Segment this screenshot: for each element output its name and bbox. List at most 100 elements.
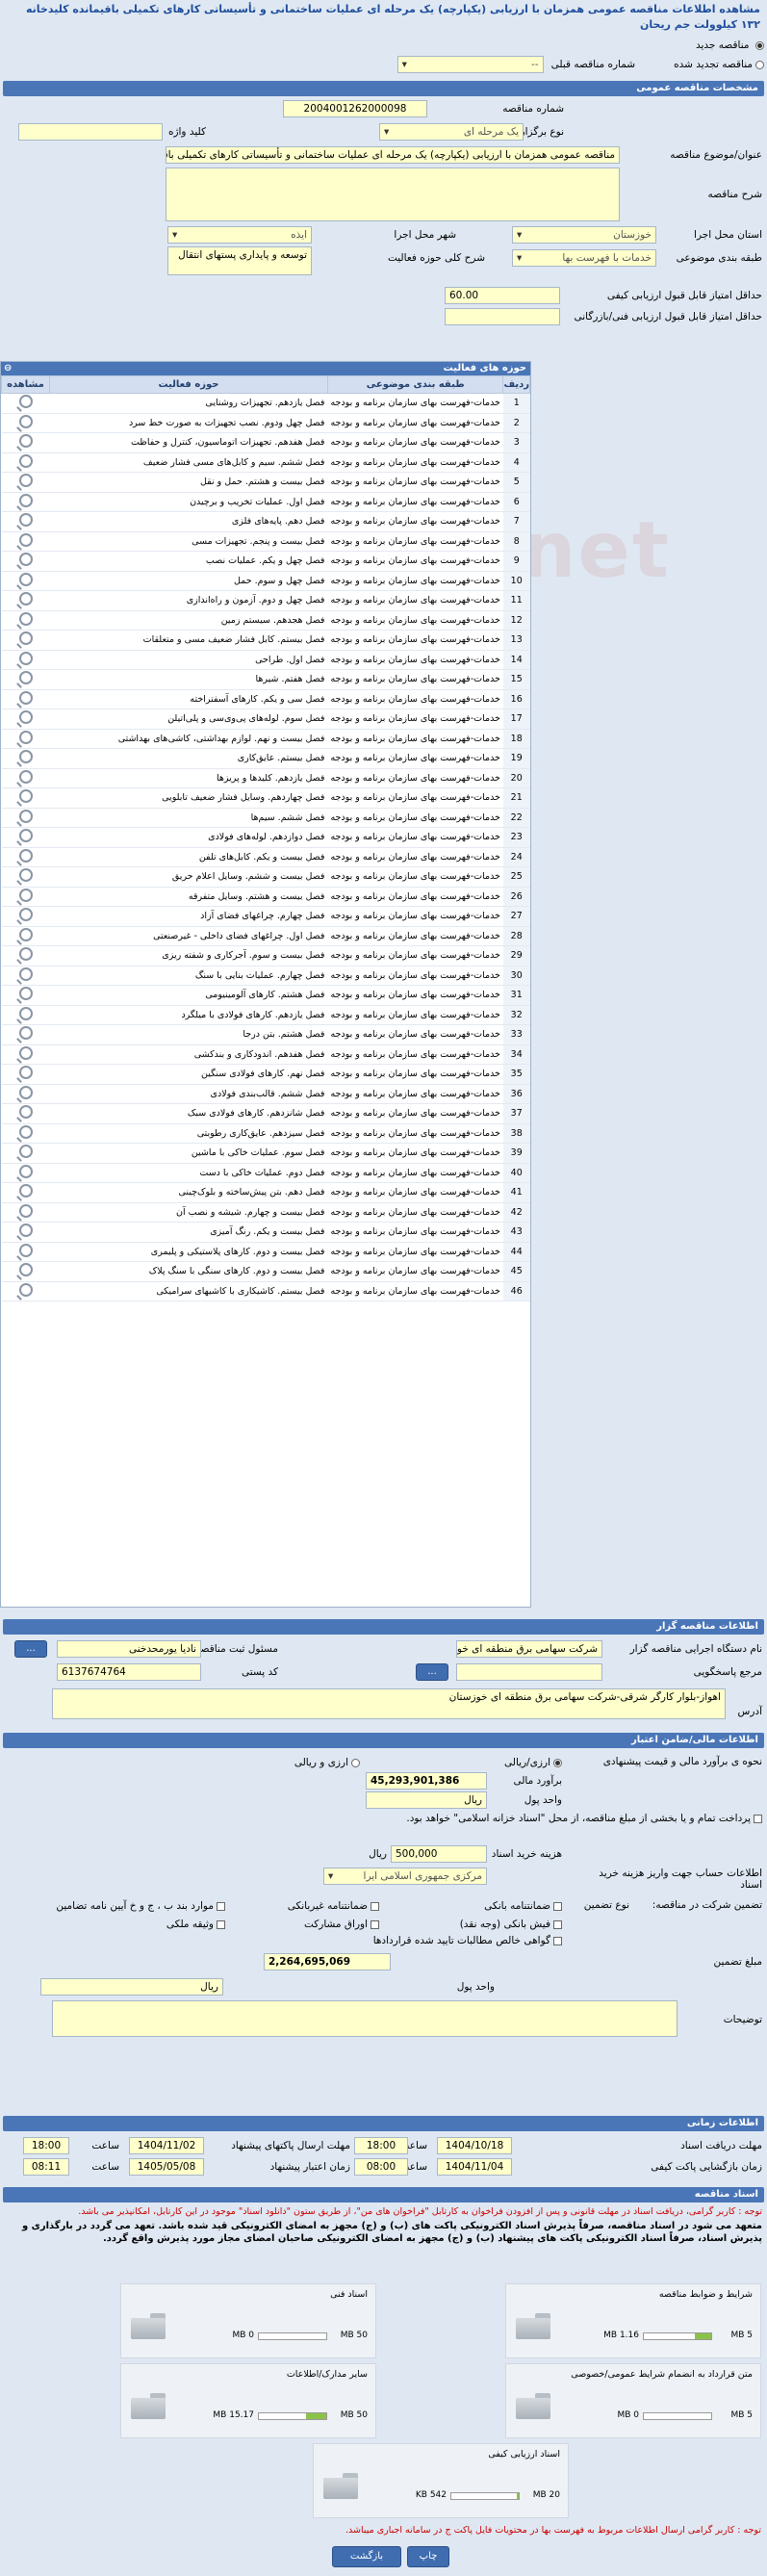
row-view[interactable] bbox=[1, 906, 50, 927]
row-view[interactable] bbox=[1, 1005, 50, 1025]
city-select[interactable]: ایذه bbox=[167, 226, 312, 244]
magnifier-icon[interactable] bbox=[18, 1045, 33, 1060]
magnifier-icon[interactable] bbox=[18, 611, 33, 626]
row-view[interactable] bbox=[1, 630, 50, 651]
row-view[interactable] bbox=[1, 808, 50, 828]
row-view[interactable] bbox=[1, 1182, 50, 1203]
row-view[interactable] bbox=[1, 1261, 50, 1282]
magnifier-icon[interactable] bbox=[18, 1105, 33, 1120]
row-view[interactable] bbox=[1, 1222, 50, 1243]
magnifier-icon[interactable] bbox=[18, 1224, 33, 1238]
file-box[interactable]: اسناد ارزیابی کیفی 20 MB 542 KB bbox=[313, 2443, 569, 2518]
magnifier-icon[interactable] bbox=[18, 1263, 33, 1277]
row-view[interactable] bbox=[1, 966, 50, 986]
magnifier-icon[interactable] bbox=[18, 434, 33, 449]
magnifier-icon[interactable] bbox=[18, 927, 33, 941]
file-box[interactable]: اسناد فنی 50 MB 0 MB bbox=[120, 2283, 376, 2358]
row-view[interactable] bbox=[1, 492, 50, 512]
row-view[interactable] bbox=[1, 827, 50, 848]
magnifier-icon[interactable] bbox=[18, 572, 33, 586]
row-view[interactable] bbox=[1, 452, 50, 473]
row-view[interactable] bbox=[1, 610, 50, 631]
magnifier-icon[interactable] bbox=[18, 868, 33, 883]
g-property-checkbox[interactable] bbox=[217, 1919, 225, 1929]
renewed-tender-radio[interactable] bbox=[755, 60, 764, 69]
magnifier-icon[interactable] bbox=[18, 592, 33, 606]
folder-icon[interactable] bbox=[323, 2473, 358, 2500]
contact-more-button[interactable]: ... bbox=[14, 1640, 47, 1658]
magnifier-icon[interactable] bbox=[18, 474, 33, 488]
row-view[interactable] bbox=[1, 1024, 50, 1045]
magnifier-icon[interactable] bbox=[18, 690, 33, 705]
magnifier-icon[interactable] bbox=[18, 1085, 33, 1099]
magnifier-icon[interactable] bbox=[18, 453, 33, 468]
keyword-input[interactable] bbox=[18, 123, 163, 141]
magnifier-icon[interactable] bbox=[18, 908, 33, 922]
magnifier-icon[interactable] bbox=[18, 1203, 33, 1218]
row-view[interactable] bbox=[1, 551, 50, 572]
row-view[interactable] bbox=[1, 511, 50, 532]
magnifier-icon[interactable] bbox=[18, 848, 33, 863]
magnifier-icon[interactable] bbox=[18, 750, 33, 764]
print-button[interactable]: چاپ bbox=[407, 2546, 449, 2567]
folder-icon[interactable] bbox=[516, 2393, 550, 2420]
folder-icon[interactable] bbox=[516, 2313, 550, 2340]
magnifier-icon[interactable] bbox=[18, 730, 33, 744]
g-property-option[interactable]: وثیقه ملکی bbox=[166, 1918, 225, 1930]
previous-tender-select[interactable]: -- bbox=[396, 56, 544, 73]
magnifier-icon[interactable] bbox=[18, 414, 33, 428]
hold-type-select[interactable]: یک مرحله ای bbox=[379, 123, 524, 141]
back-button[interactable]: بازگشت bbox=[332, 2546, 401, 2567]
row-view[interactable] bbox=[1, 1123, 50, 1144]
g-bank-checkbox[interactable] bbox=[553, 1901, 562, 1911]
magnifier-icon[interactable] bbox=[18, 829, 33, 843]
magnifier-icon[interactable] bbox=[18, 631, 33, 646]
magnifier-icon[interactable] bbox=[18, 1282, 33, 1297]
row-view[interactable] bbox=[1, 1163, 50, 1183]
g-bond-option[interactable]: موارد بند ب ، ج و خ آیین نامه تضامین bbox=[56, 1899, 225, 1912]
g-cash-option[interactable]: فیش بانکی (وجه نقد) bbox=[460, 1918, 562, 1930]
magnifier-icon[interactable] bbox=[18, 947, 33, 962]
row-view[interactable] bbox=[1, 590, 50, 611]
row-view[interactable] bbox=[1, 689, 50, 709]
fx-option[interactable]: ارزی و ریالی bbox=[294, 1756, 360, 1768]
magnifier-icon[interactable] bbox=[18, 493, 33, 507]
row-view[interactable] bbox=[1, 1103, 50, 1124]
rial-option[interactable]: ارزی/ریالی bbox=[504, 1756, 562, 1768]
row-view[interactable] bbox=[1, 708, 50, 730]
new-tender-radio[interactable] bbox=[755, 40, 764, 50]
folder-icon[interactable] bbox=[131, 2393, 166, 2420]
row-view[interactable] bbox=[1, 393, 50, 414]
province-select[interactable]: خوزستان bbox=[512, 226, 656, 244]
g-nonbank-checkbox[interactable] bbox=[371, 1901, 379, 1911]
row-view[interactable] bbox=[1, 1064, 50, 1085]
magnifier-icon[interactable] bbox=[18, 553, 33, 567]
folder-icon[interactable] bbox=[131, 2313, 166, 2340]
magnifier-icon[interactable] bbox=[18, 1184, 33, 1198]
g-securities-checkbox[interactable] bbox=[371, 1919, 379, 1929]
row-view[interactable] bbox=[1, 650, 50, 670]
row-view[interactable] bbox=[1, 413, 50, 433]
row-view[interactable] bbox=[1, 945, 50, 966]
pay-note-checkbox[interactable] bbox=[754, 1814, 762, 1823]
magnifier-icon[interactable] bbox=[18, 651, 33, 665]
magnifier-icon[interactable] bbox=[18, 1124, 33, 1139]
ref-more-button[interactable]: ... bbox=[416, 1663, 448, 1681]
row-view[interactable] bbox=[1, 1044, 50, 1065]
magnifier-icon[interactable] bbox=[18, 671, 33, 685]
row-view[interactable] bbox=[1, 887, 50, 907]
magnifier-icon[interactable] bbox=[18, 1066, 33, 1080]
row-view[interactable] bbox=[1, 985, 50, 1006]
g-bond-checkbox[interactable] bbox=[217, 1901, 225, 1911]
row-view[interactable] bbox=[1, 748, 50, 769]
magnifier-icon[interactable] bbox=[18, 888, 33, 902]
row-view[interactable] bbox=[1, 1202, 50, 1223]
row-view[interactable] bbox=[1, 1242, 50, 1262]
magnifier-icon[interactable] bbox=[18, 966, 33, 981]
g-nonbank-option[interactable]: ضمانتنامه غیربانکی bbox=[288, 1899, 379, 1912]
row-view[interactable] bbox=[1, 729, 50, 749]
row-view[interactable] bbox=[1, 866, 50, 888]
magnifier-icon[interactable] bbox=[18, 1026, 33, 1041]
row-view[interactable] bbox=[1, 1281, 50, 1301]
magnifier-icon[interactable] bbox=[18, 513, 33, 528]
